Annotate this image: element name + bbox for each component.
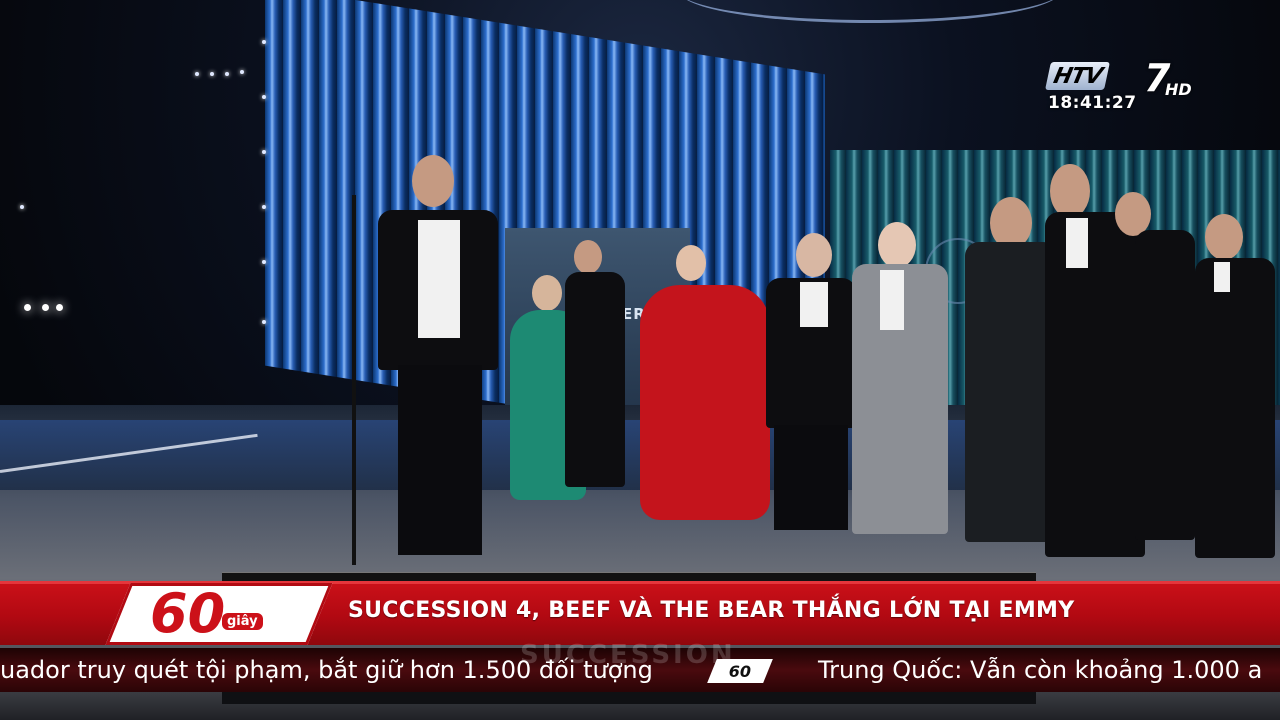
program-badge-logo: 60 [150,582,290,645]
news-headline: SUCCESSION 4, BEEF VÀ THE BEAR THẮNG LỚN… [348,598,1075,623]
stage-light-arc [680,0,1060,23]
ticker-item: Trung Quốc: Vẫn còn khoảng 1.000 a [818,656,1263,684]
ticker-separator-logo: 60 [707,659,773,683]
program-badge-word: giây [222,613,263,630]
microphone-stand [352,195,356,565]
ticker-separator-text: 60 [728,661,752,681]
broadcast-clock: 18:41:27 [1048,93,1137,113]
bottom-strip-inner [222,692,1036,704]
channel-logo-letters: HTV [1051,63,1105,89]
channel-logo-box: HTV [1045,62,1111,90]
channel-logo-hd: HD [1165,80,1192,99]
program-badge-number: 60 [150,582,226,645]
ticker-item: uador truy quét tội phạm, bắt giữ hơn 1.… [0,656,653,684]
